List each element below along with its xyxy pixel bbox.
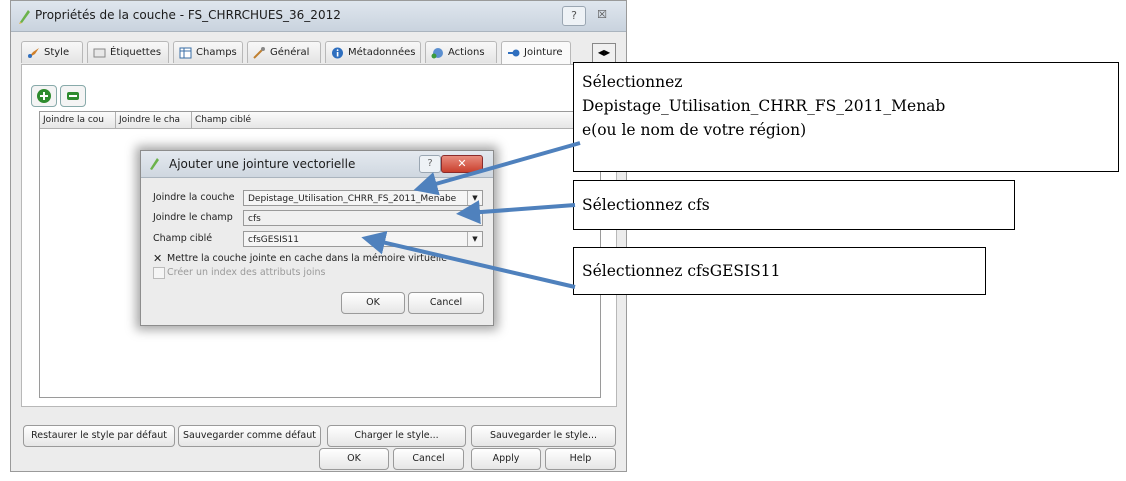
dialog-cancel-button[interactable]: Cancel <box>408 292 484 314</box>
column-join-layer[interactable]: Joindre la cou <box>40 112 116 128</box>
tab-general[interactable]: Général <box>247 41 321 63</box>
callout-join-field: Sélectionnez cfs <box>573 180 1015 230</box>
actions-icon <box>431 48 443 59</box>
target-field-combo[interactable]: cfsGESIS11 ▼ <box>243 231 483 247</box>
ok-button[interactable]: OK <box>319 448 389 470</box>
join-field-combo[interactable]: cfs <box>243 210 483 226</box>
dialog-close-icon[interactable]: ✕ <box>441 155 483 173</box>
table-icon <box>179 47 192 59</box>
window-titlebar: Propriétés de la couche - FS_CHRRCHUES_3… <box>11 1 626 32</box>
target-field-label: Champ ciblé <box>153 233 213 244</box>
restore-default-style-button[interactable]: Restaurer le style par défaut <box>23 425 175 447</box>
apply-button[interactable]: Apply <box>471 448 541 470</box>
tab-fields[interactable]: Champs <box>173 41 243 63</box>
chevron-down-icon: ▼ <box>467 191 482 205</box>
join-icon <box>508 49 520 57</box>
join-field-label: Joindre le champ <box>153 212 233 223</box>
callout-join-layer: Sélectionnez Depistage_Utilisation_CHRR_… <box>573 62 1119 172</box>
help-button[interactable]: Help <box>545 448 616 470</box>
help-icon[interactable]: ? <box>562 6 586 26</box>
tab-actions[interactable]: Actions <box>425 41 497 63</box>
add-vector-join-dialog: Ajouter une jointure vectorielle ? ✕ Joi… <box>140 150 494 326</box>
tab-metadata[interactable]: Métadonnées <box>325 41 421 63</box>
column-join-field[interactable]: Joindre le cha <box>116 112 192 128</box>
chevron-down-icon: ▼ <box>467 232 482 246</box>
dialog-titlebar: Ajouter une jointure vectorielle ? ✕ <box>141 151 493 178</box>
brush-icon <box>28 48 39 58</box>
remove-join-button[interactable] <box>60 85 86 107</box>
tab-joins[interactable]: Jointure <box>501 41 571 65</box>
info-icon <box>332 47 343 59</box>
join-layer-label: Joindre la couche <box>153 192 235 203</box>
table-header: Joindre la cou Joindre le cha Champ cibl… <box>40 112 600 129</box>
column-target-field[interactable]: Champ ciblé <box>192 112 600 128</box>
plus-icon <box>37 89 51 103</box>
dialog-title: Ajouter une jointure vectorielle <box>169 157 356 171</box>
cancel-button[interactable]: Cancel <box>393 448 464 470</box>
qgis-icon <box>150 158 159 170</box>
tab-scroll-arrows[interactable]: ◀▶ <box>592 43 616 63</box>
callout-target-field: Sélectionnez cfsGESIS11 <box>573 247 986 295</box>
dialog-ok-button[interactable]: OK <box>341 292 405 314</box>
cache-checkbox-label: Mettre la couche jointe en cache dans la… <box>167 253 448 264</box>
save-style-button[interactable]: Sauvegarder le style... <box>471 425 616 447</box>
save-as-default-button[interactable]: Sauvegarder comme défaut <box>178 425 321 447</box>
qgis-icon <box>19 10 30 24</box>
add-join-button[interactable] <box>31 85 57 107</box>
join-layer-combo[interactable]: Depistage_Utilisation_CHRR_FS_2011_Menab… <box>243 190 483 206</box>
close-icon[interactable]: ☒ <box>591 6 613 24</box>
tab-bar: Style Étiquettes Champs Général Métadonn… <box>21 41 616 65</box>
index-checkbox[interactable] <box>153 267 165 279</box>
tools-icon <box>253 47 265 59</box>
index-checkbox-label: Créer un index des attributs joins <box>167 267 326 278</box>
dialog-help-icon[interactable]: ? <box>419 155 441 173</box>
tab-style[interactable]: Style <box>21 41 83 63</box>
tab-labels[interactable]: Étiquettes <box>87 41 169 63</box>
minus-icon <box>67 92 79 100</box>
window-title: Propriétés de la couche - FS_CHRRCHUES_3… <box>35 8 341 22</box>
labels-icon <box>93 48 106 58</box>
load-style-button[interactable]: Charger le style... <box>327 425 466 447</box>
cache-checkbox[interactable]: ✕ <box>153 252 162 265</box>
